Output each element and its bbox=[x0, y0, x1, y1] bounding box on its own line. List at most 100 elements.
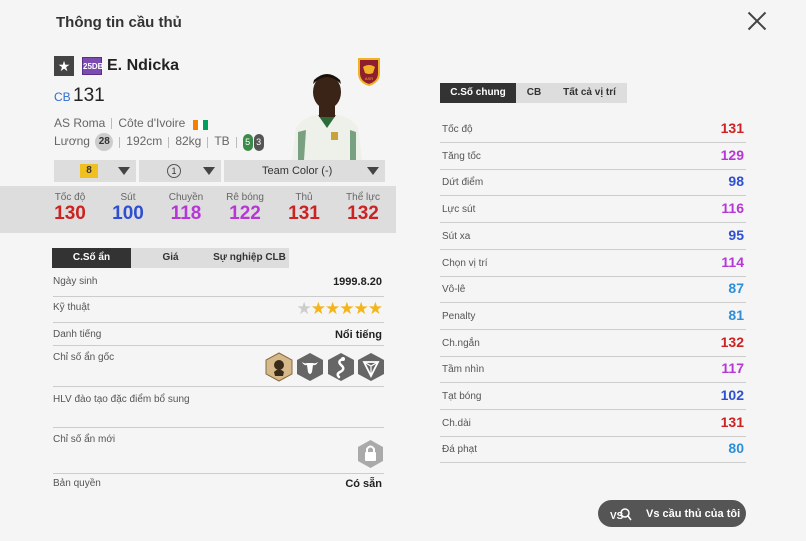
main-stat-value: 130 bbox=[54, 203, 86, 224]
main-stat: Sút 100 bbox=[108, 192, 148, 225]
detail-stat-value: 131 bbox=[720, 413, 744, 430]
rank-select[interactable]: 1 bbox=[139, 160, 221, 182]
detail-stat-label: Tầm nhìn bbox=[442, 364, 485, 376]
tab-general-stats[interactable]: C.Số chung bbox=[440, 83, 516, 103]
star-icon: ★ bbox=[339, 299, 354, 318]
birth-row: Ngày sinh 1999.8.20 bbox=[53, 276, 384, 297]
detail-stat-value: 80 bbox=[728, 440, 744, 457]
detail-stat-label: Penalty bbox=[442, 310, 476, 322]
main-stat: Rê bóng 122 bbox=[225, 192, 265, 225]
new-traits-label: Chỉ số ẩn mới bbox=[53, 434, 116, 445]
fame-label: Danh tiếng bbox=[53, 329, 102, 340]
coach-row: HLV đào tạo đặc điểm bổ sung bbox=[53, 394, 384, 428]
nation-flag-icon bbox=[192, 119, 209, 130]
tab-hidden-stats[interactable]: C.Số ẩn bbox=[52, 248, 131, 268]
star-icon: ★ bbox=[296, 299, 312, 318]
detail-stat-label: Tốc độ bbox=[442, 124, 473, 135]
compare-button-label: Vs cầu thủ của tôi bbox=[646, 508, 741, 520]
detail-stat-label: Vô-lê bbox=[442, 284, 466, 296]
detail-stat-value: 95 bbox=[728, 226, 744, 243]
detail-stat-value: 132 bbox=[720, 333, 744, 350]
season-badge-icon: 25DB bbox=[82, 57, 103, 75]
divider bbox=[235, 136, 237, 148]
close-icon[interactable] bbox=[746, 10, 768, 32]
star-icon: ★ bbox=[367, 299, 383, 318]
divider bbox=[207, 136, 209, 148]
divider bbox=[168, 136, 170, 148]
detail-stat-value: 87 bbox=[728, 280, 744, 297]
fame-row: Danh tiếng Nổi tiếng bbox=[53, 329, 384, 346]
tab-price[interactable]: Giá bbox=[131, 248, 210, 268]
main-stat-value: 131 bbox=[288, 203, 320, 224]
right-tab-bar: C.Số chung CB Tất cả vị trí bbox=[440, 83, 627, 103]
detail-stat-value: 102 bbox=[720, 387, 744, 403]
salary-badge: 28 bbox=[95, 133, 114, 151]
trait-shield-icon[interactable] bbox=[357, 352, 385, 382]
detail-stat-row: Ch.dài 131 bbox=[440, 410, 746, 437]
detail-stat-label: Đá phạt bbox=[442, 444, 478, 456]
vs-search-icon: VS bbox=[610, 508, 632, 522]
tab-club-career[interactable]: Sự nghiệp CLB bbox=[210, 248, 289, 268]
detail-stat-value: 116 bbox=[721, 200, 744, 217]
main-stat: Chuyền 118 bbox=[166, 192, 206, 225]
birth-value: 1999.8.20 bbox=[333, 276, 382, 288]
upgrade-level-badge: 8 bbox=[80, 164, 98, 178]
compare-my-player-button[interactable]: VS Vs cầu thủ của tôi bbox=[598, 500, 746, 527]
main-stat-label: Thủ bbox=[295, 192, 313, 203]
star-icon: ★ bbox=[310, 299, 326, 318]
detail-stat-label: Sút xa bbox=[442, 230, 471, 242]
base-traits-label: Chỉ số ẩn gốc bbox=[53, 352, 115, 363]
tab-all-positions[interactable]: Tất cả vị trí bbox=[552, 83, 627, 103]
detail-stat-row: Penalty 81 bbox=[440, 303, 746, 330]
star-icon: ★ bbox=[353, 299, 369, 318]
new-traits-row: Chỉ số ẩn mới bbox=[53, 434, 384, 474]
skill-row: Kỹ thuật ★★★★★★ bbox=[53, 299, 384, 323]
main-stat: Thể lực 132 bbox=[343, 192, 383, 225]
trait-power-header-icon[interactable] bbox=[265, 352, 293, 382]
body-type: TB bbox=[214, 134, 230, 149]
trait-snake-icon[interactable] bbox=[327, 352, 355, 382]
main-stat-label: Tốc độ bbox=[54, 192, 86, 203]
lock-icon bbox=[358, 440, 383, 468]
license-value: Có sẵn bbox=[345, 478, 382, 490]
player-photo bbox=[292, 74, 362, 160]
chevron-down-icon bbox=[367, 167, 379, 175]
team-color-label: Team Color (-) bbox=[262, 165, 333, 177]
detail-stat-label: Lực sút bbox=[442, 204, 476, 216]
physical-line: Lương 28 192cm 82kg TB 5 3 bbox=[54, 133, 264, 151]
detail-stat-row: Đá phạt 80 bbox=[440, 436, 746, 464]
left-tab-bar: C.Số ẩn Giá Sự nghiệp CLB bbox=[52, 248, 385, 268]
fame-value: Nổi tiếng bbox=[334, 329, 382, 341]
detail-stat-label: Chọn vị trí bbox=[442, 257, 488, 269]
detail-stat-value: 98 bbox=[728, 173, 744, 190]
detail-stat-value: 117 bbox=[721, 360, 744, 377]
main-stat-value: 118 bbox=[170, 203, 202, 224]
coach-label: HLV đào tạo đặc điểm bổ sung bbox=[53, 394, 190, 405]
chevron-down-icon bbox=[118, 167, 130, 175]
detail-stat-row: Sút xa 95 bbox=[440, 223, 746, 250]
player-position: CB bbox=[54, 90, 71, 104]
detail-stat-row: Tầm nhìn 117 bbox=[440, 356, 746, 384]
tab-position-cb[interactable]: CB bbox=[516, 83, 552, 103]
detail-stat-row: Tốc độ 131 bbox=[440, 116, 746, 143]
upgrade-level-select[interactable]: 8 bbox=[54, 160, 136, 182]
detail-stat-row: Vô-lê 87 bbox=[440, 276, 746, 304]
detail-stat-label: Ch.dài bbox=[442, 417, 471, 429]
club-nation-line: AS Roma Côte d'Ivoire bbox=[54, 116, 209, 130]
main-stat-label: Sút bbox=[120, 192, 136, 203]
salary-label: Lương bbox=[54, 134, 90, 149]
detail-stat-value: 114 bbox=[721, 253, 744, 270]
trait-bull-icon[interactable] bbox=[296, 352, 324, 382]
height: 192cm bbox=[126, 134, 163, 149]
license-label: Bản quyền bbox=[53, 478, 101, 489]
divider bbox=[111, 118, 113, 130]
main-stat: Thủ 131 bbox=[284, 192, 324, 225]
base-traits-row: Chỉ số ẩn gốc bbox=[53, 352, 384, 387]
detail-stat-row: Chọn vị trí 114 bbox=[440, 250, 746, 277]
detail-stat-row: Ch.ngắn 132 bbox=[440, 330, 746, 357]
detail-stat-label: Tạt bóng bbox=[442, 391, 482, 402]
main-stat-label: Chuyền bbox=[168, 192, 204, 203]
favorite-star-icon[interactable]: ★ bbox=[54, 56, 74, 76]
team-color-select[interactable]: Team Color (-) bbox=[224, 160, 385, 182]
chevron-down-icon bbox=[203, 167, 215, 175]
